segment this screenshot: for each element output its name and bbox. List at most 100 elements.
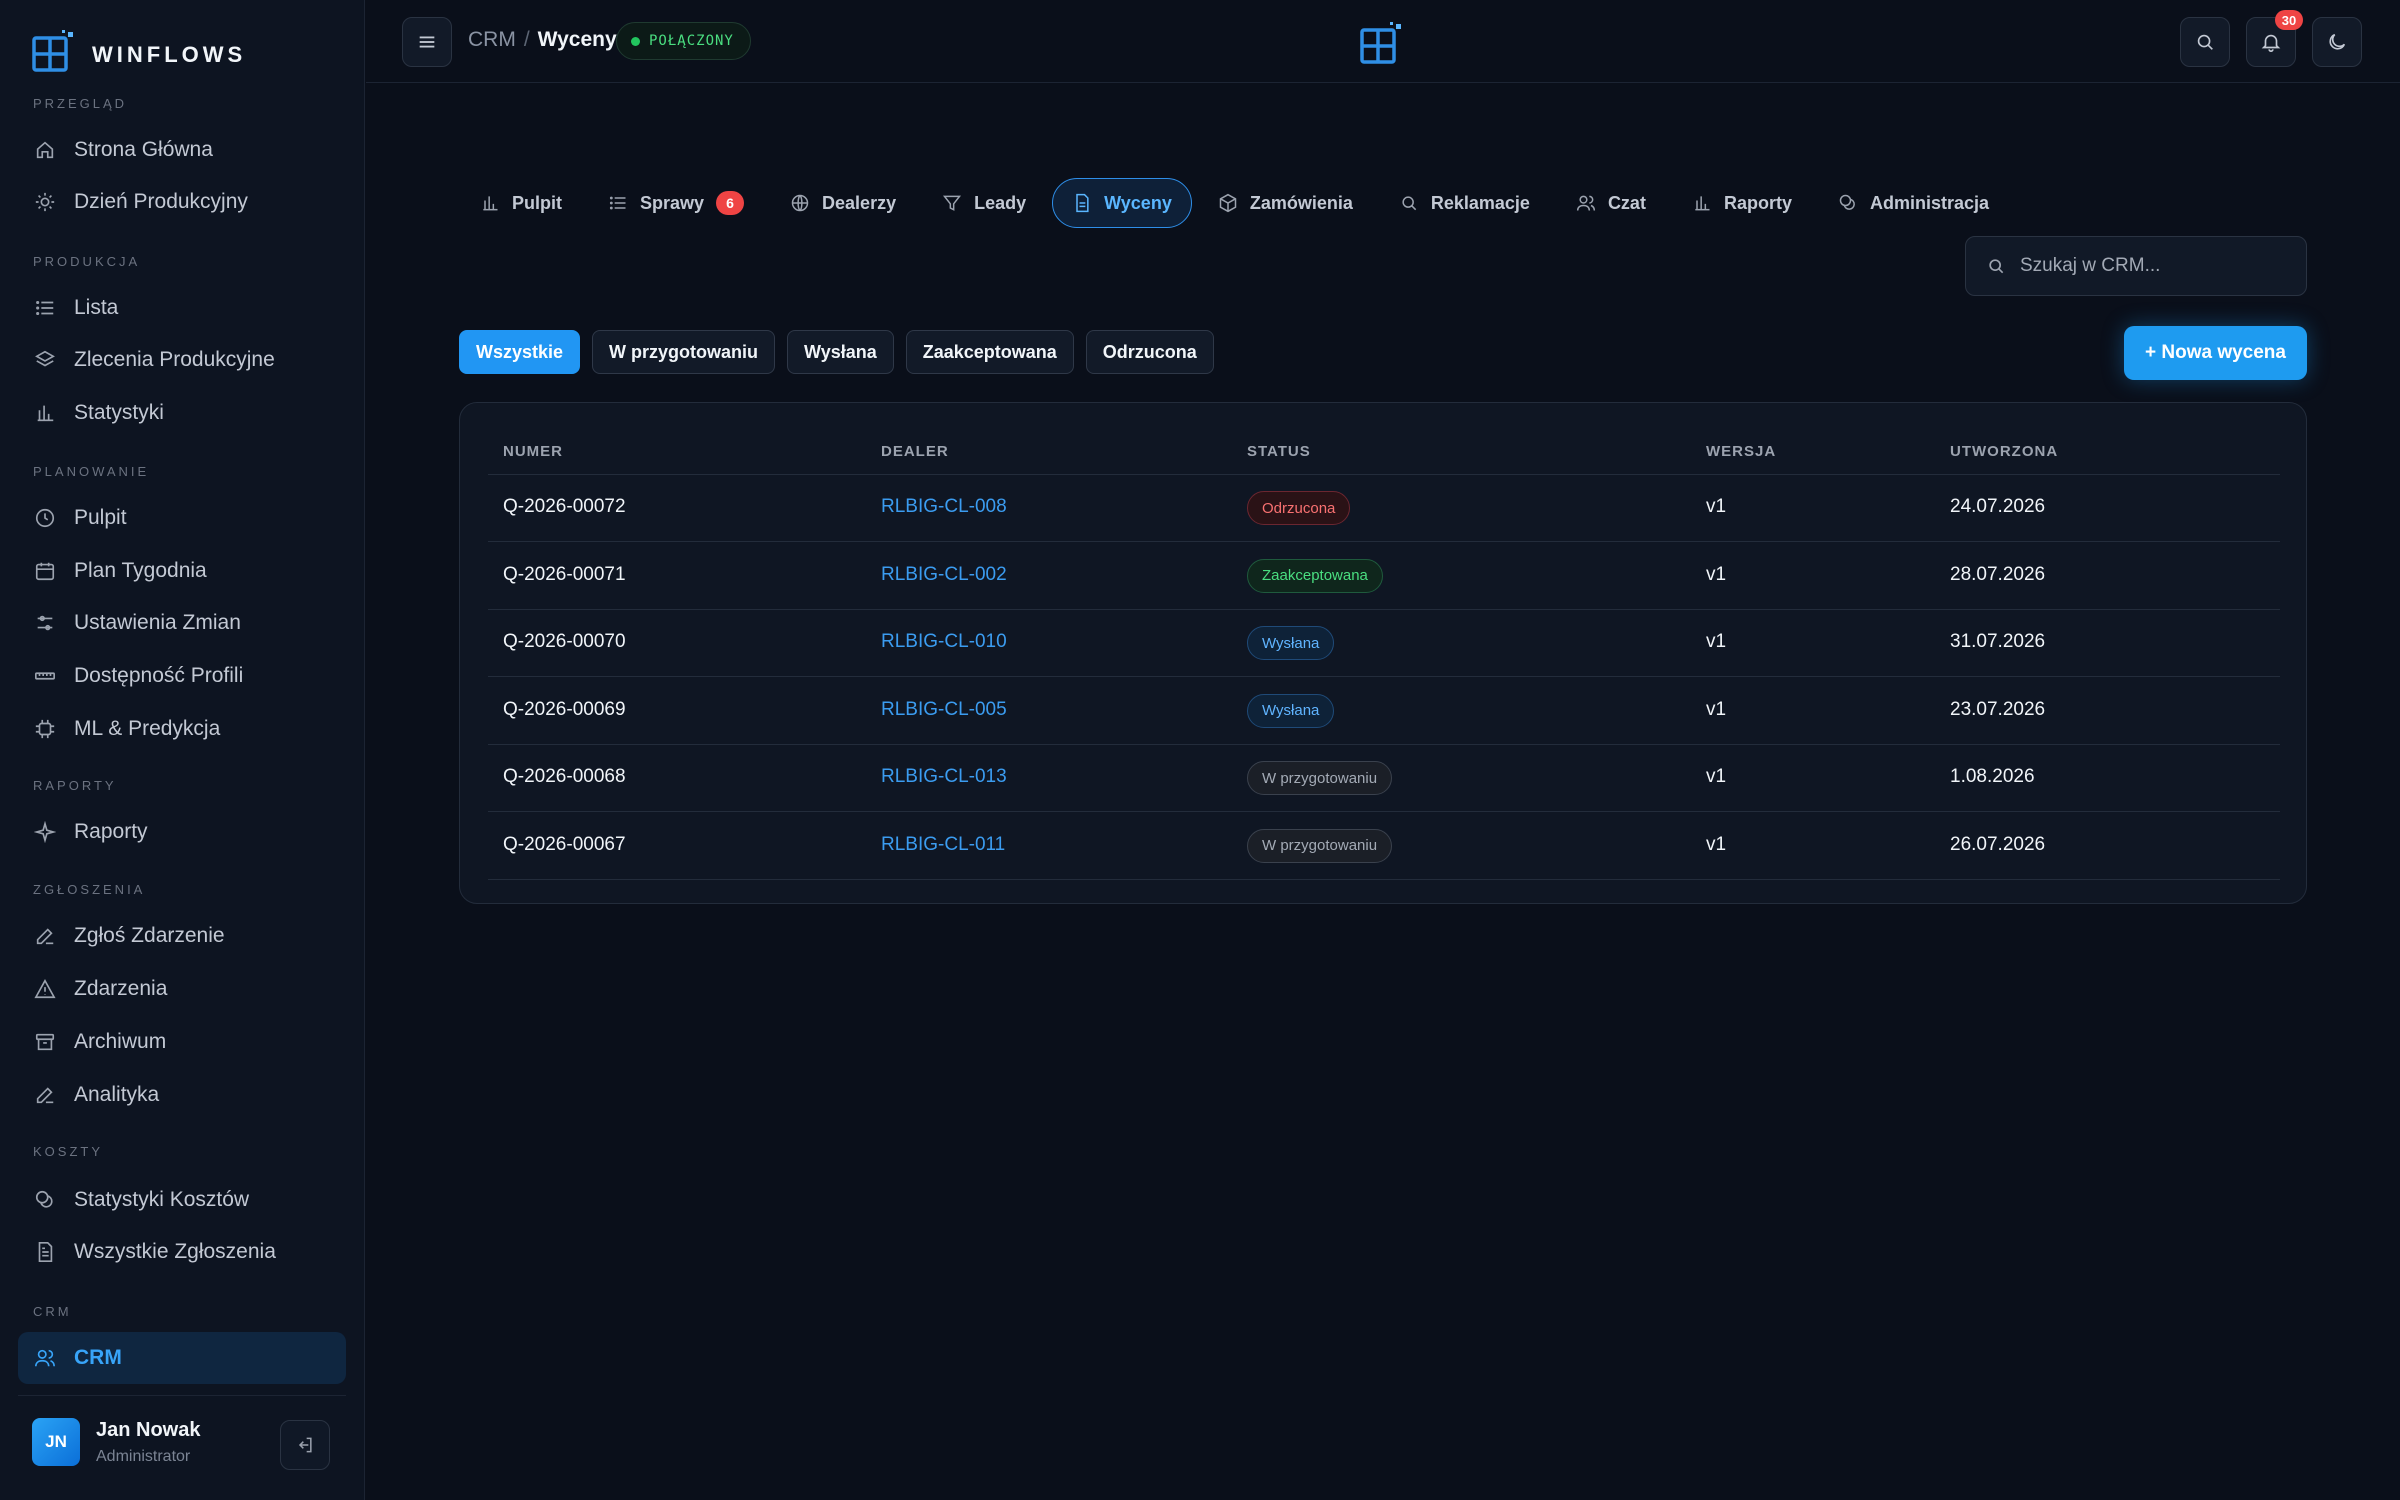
sidebar-section-crm: CRM <box>33 1304 72 1319</box>
sidebar-item-label: Raporty <box>74 820 148 843</box>
pencil-icon <box>34 925 56 947</box>
avatar: JN <box>32 1418 80 1466</box>
bar-chart-icon <box>34 402 56 424</box>
tab-czat[interactable]: Czat <box>1556 178 1666 228</box>
search-icon <box>1399 193 1419 213</box>
column-header-status[interactable]: STATUS <box>1247 443 1311 460</box>
column-header-created[interactable]: UTWORZONA <box>1950 443 2058 460</box>
bar-chart-icon <box>1692 193 1712 213</box>
quote-number: Q-2026-00067 <box>503 833 626 855</box>
filter-zaakceptowana[interactable]: Zaakceptowana <box>905 330 1074 374</box>
sidebar-item-label: ML & Predykcja <box>74 717 221 740</box>
tab-wyceny[interactable]: Wyceny <box>1052 178 1192 228</box>
sidebar-item-label: Dzień Produkcyjny <box>74 190 248 213</box>
user-profile[interactable]: JN Jan Nowak Administrator <box>32 1418 200 1466</box>
new-quote-button[interactable]: + Nowa wycena <box>2124 326 2307 380</box>
filter-wszystkie[interactable]: Wszystkie <box>459 330 581 374</box>
quote-number: Q-2026-00072 <box>503 496 626 517</box>
center-logo[interactable] <box>1360 22 1404 71</box>
sidebar-item-ustawienia-zmian[interactable]: Ustawienia Zmian <box>18 597 346 649</box>
sidebar-item-archiwum[interactable]: Archiwum <box>18 1016 346 1068</box>
sidebar-item-statystyki-kosztow[interactable]: Statystyki Kosztów <box>18 1174 346 1226</box>
ruler-icon <box>34 665 56 687</box>
logout-button[interactable] <box>280 1420 330 1470</box>
dealer-link[interactable]: RLBIG-CL-013 <box>881 766 1007 788</box>
quote-version: v1 <box>1706 563 1727 585</box>
tab-label: Zamówienia <box>1249 192 1353 213</box>
column-header-dealer[interactable]: DEALER <box>881 443 949 460</box>
sidebar-item-zglos-zdarzenie[interactable]: Zgłoś Zdarzenie <box>18 910 346 962</box>
tab-label: Reklamacje <box>1430 192 1530 213</box>
table-row[interactable]: Q-2026-00067 RLBIG-CL-011 W przygotowaniu v… <box>488 813 2280 880</box>
layers-icon <box>34 349 56 371</box>
coins-icon <box>1838 193 1858 213</box>
bell-icon <box>2261 34 2281 52</box>
tab-pulpit[interactable]: Pulpit <box>460 178 582 228</box>
sidebar-divider <box>18 1395 346 1396</box>
sidebar-item-crm[interactable]: CRM <box>18 1332 346 1384</box>
crm-search-input[interactable] <box>2020 255 2300 277</box>
sidebar-item-wszystkie-zgloszenia[interactable]: Wszystkie Zgłoszenia <box>18 1226 346 1278</box>
dealer-link[interactable]: RLBIG-CL-011 <box>881 834 1005 856</box>
tab-raporty[interactable]: Raporty <box>1672 178 1812 228</box>
table-row[interactable]: Q-2026-00071 RLBIG-CL-002 Zaakceptowana v1 2… <box>488 543 2280 610</box>
table-row[interactable]: Q-2026-00069 RLBIG-CL-005 Wysłana v1 23.07.2… <box>488 678 2280 745</box>
sidebar-item-zlecenia-produkcyjne[interactable]: Zlecenia Produkcyjne <box>18 334 346 386</box>
breadcrumb-root[interactable]: CRM <box>468 28 516 52</box>
sidebar-item-plan-tygodnia[interactable]: Plan Tygodnia <box>18 545 346 597</box>
logout-icon <box>298 1437 312 1453</box>
connection-status-text: POŁĄCZONY <box>649 33 734 49</box>
sidebar-section-zgloszenia: ZGŁOSZENIA <box>33 882 146 897</box>
search-icon <box>2197 34 2213 50</box>
filter-wyslana[interactable]: Wysłana <box>787 330 894 374</box>
tab-sprawy[interactable]: Sprawy 6 <box>588 178 764 228</box>
sidebar-item-ml-predykcja[interactable]: ML & Predykcja <box>18 703 346 755</box>
dealer-link[interactable]: RLBIG-CL-010 <box>881 631 1007 653</box>
dealer-link[interactable]: RLBIG-CL-002 <box>881 564 1007 586</box>
sidebar-item-label: Pulpit <box>74 506 127 529</box>
column-header-version[interactable]: WERSJA <box>1706 443 1776 460</box>
users-icon <box>34 1347 56 1369</box>
table-row[interactable]: Q-2026-00068 RLBIG-CL-013 W przygotowaniu v… <box>488 745 2280 812</box>
brand-logo[interactable]: WINFLOWS <box>32 30 246 79</box>
sidebar-item-zdarzenia[interactable]: Zdarzenia <box>18 963 346 1015</box>
table-row[interactable]: Q-2026-00072 RLBIG-CL-008 Odrzucona v1 24.07… <box>488 475 2280 542</box>
sidebar-item-dostepnosc-profili[interactable]: Dostępność Profili <box>18 650 346 702</box>
created-date: 28.07.2026 <box>1950 563 2046 585</box>
notifications-button[interactable]: 30 <box>2246 10 2303 67</box>
status-badge: Wysłana <box>1247 626 1335 660</box>
created-date: 31.07.2026 <box>1950 631 2046 652</box>
sidebar-item-label: Zgłoś Zdarzenie <box>74 924 225 947</box>
dealer-link[interactable]: RLBIG-CL-008 <box>881 496 1007 518</box>
sidebar-item-statystyki[interactable]: Statystyki <box>18 387 346 439</box>
tab-dealerzy[interactable]: Dealerzy <box>770 178 916 228</box>
sidebar-item-strona-glowna[interactable]: Strona Główna <box>18 124 346 176</box>
created-date: 26.07.2026 <box>1950 833 2046 855</box>
notification-count-badge: 30 <box>2275 10 2303 30</box>
calendar-icon <box>34 560 56 582</box>
filter-w-przygotowaniu[interactable]: W przygotowaniu <box>592 330 776 374</box>
filter-icon <box>942 193 962 213</box>
sidebar-item-pulpit[interactable]: Pulpit <box>18 492 346 544</box>
sidebar-item-lista[interactable]: Lista <box>18 282 346 334</box>
table-row[interactable]: Q-2026-00070 RLBIG-CL-010 Wysłana v1 31.07.2… <box>488 610 2280 677</box>
tab-reklamacje[interactable]: Reklamacje <box>1379 178 1550 228</box>
sidebar-item-label: Zdarzenia <box>74 977 168 1000</box>
tab-administracja[interactable]: Administracja <box>1818 178 2009 228</box>
tab-label: Wyceny <box>1104 192 1172 213</box>
dealer-link[interactable]: RLBIG-CL-005 <box>881 699 1007 721</box>
tab-label: Czat <box>1607 192 1646 213</box>
status-dot-icon <box>631 36 640 46</box>
tab-leady[interactable]: Leady <box>922 178 1046 228</box>
sidebar-item-raporty[interactable]: Raporty <box>18 806 346 858</box>
sidebar-item-analityka[interactable]: Analityka <box>18 1069 346 1121</box>
theme-toggle-button[interactable] <box>2312 17 2362 67</box>
menu-toggle-button[interactable] <box>402 17 452 67</box>
tab-zamowienia[interactable]: Zamówienia <box>1198 178 1373 228</box>
filter-odrzucona[interactable]: Odrzucona <box>1085 330 1214 374</box>
sidebar-item-dzien-produkcyjny[interactable]: Dzień Produkcyjny <box>18 176 346 228</box>
column-header-number[interactable]: NUMER <box>503 443 563 460</box>
header-search-button[interactable] <box>2180 17 2230 67</box>
crm-search-box[interactable] <box>1965 236 2307 296</box>
tab-label: Dealerzy <box>822 192 897 213</box>
